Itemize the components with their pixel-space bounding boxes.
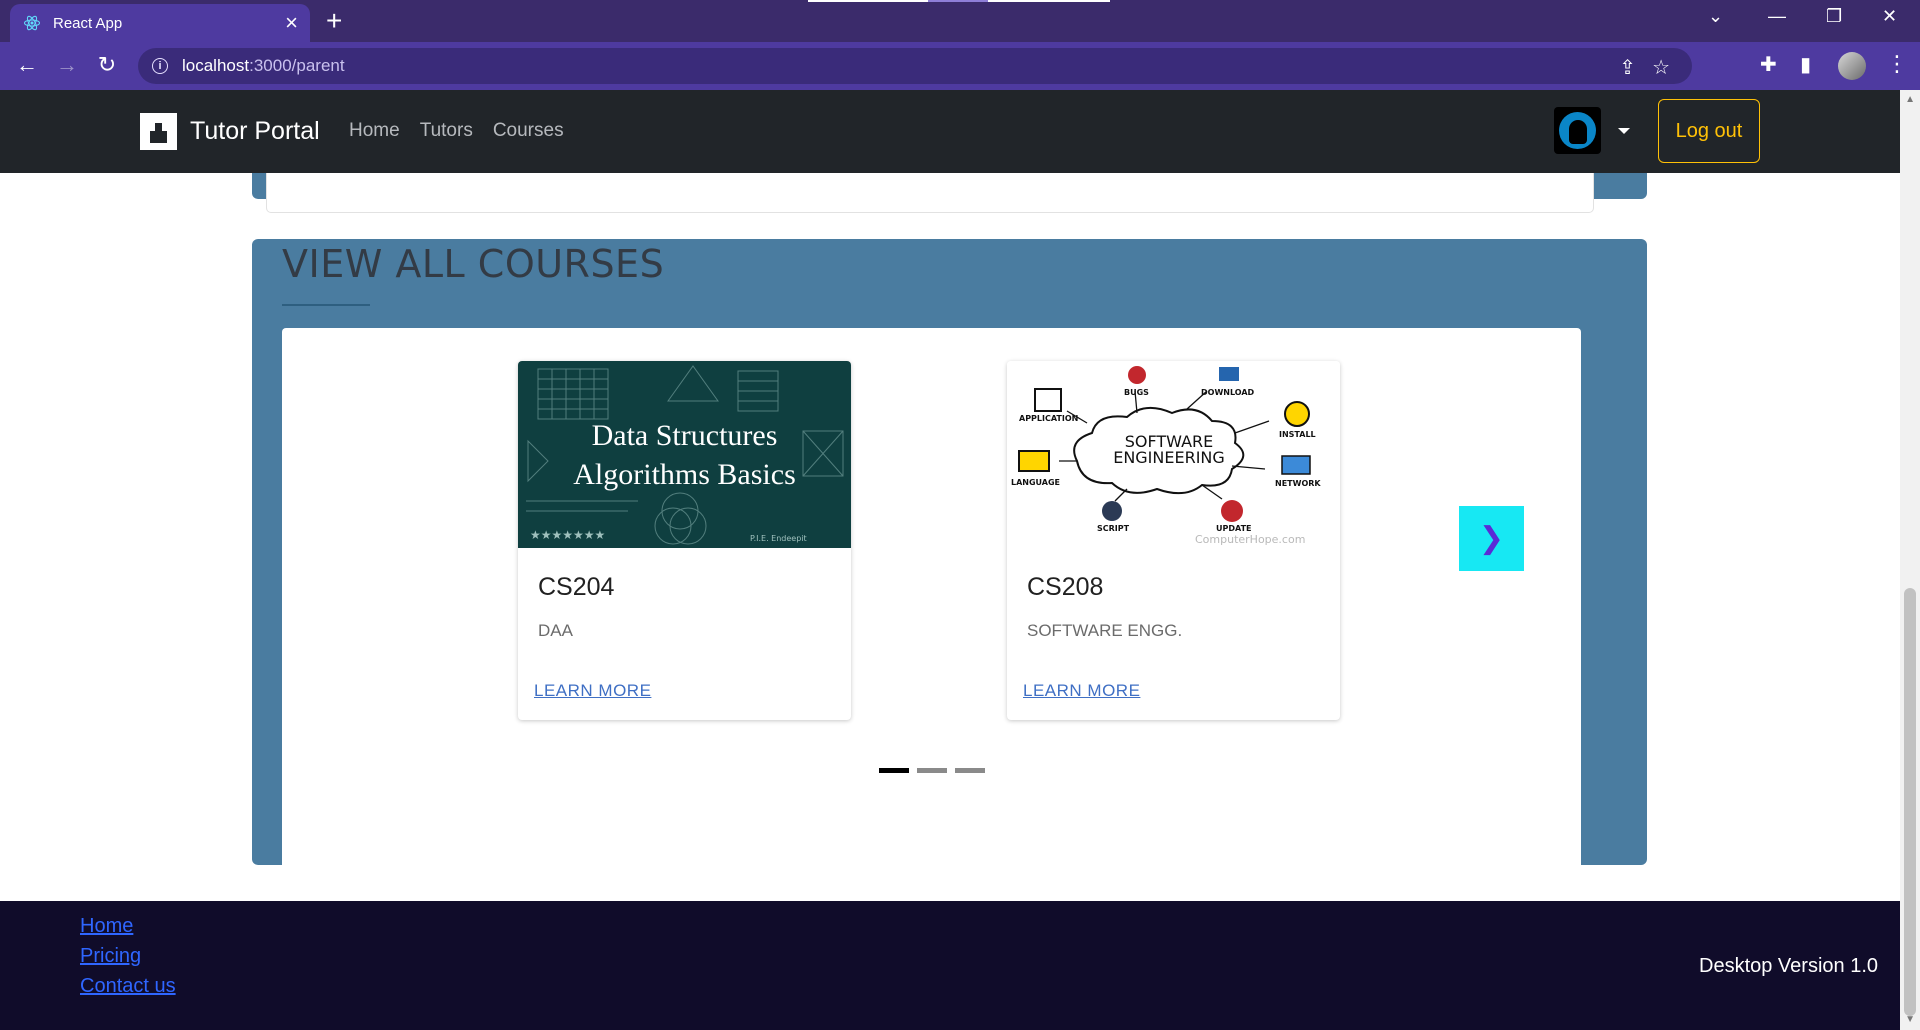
page-viewport: VIEW ALL COURSES ★★★★★★★ P.I.E. Endeepit…: [0, 90, 1920, 1030]
new-tab-icon[interactable]: +: [326, 7, 342, 35]
course-card: APPLICATION BUGS DOWNLOAD INSTALL LANGUA…: [1007, 361, 1340, 720]
label-update: UPDATE: [1216, 524, 1252, 533]
courses-carousel: ★★★★★★★ P.I.E. Endeepit Data Structures …: [282, 328, 1581, 890]
image-title-line2: Algorithms Basics: [573, 458, 796, 491]
watermark-text: ComputerHope.com: [1195, 533, 1305, 546]
software-engineering-diagram: APPLICATION BUGS DOWNLOAD INSTALL LANGUA…: [1011, 366, 1321, 546]
section-title: VIEW ALL COURSES: [282, 242, 665, 286]
address-bar[interactable]: i localhost:3000/parent ⇪ ☆: [138, 48, 1692, 84]
minimize-icon[interactable]: —: [1768, 6, 1786, 27]
nav-link-tutors[interactable]: Tutors: [420, 120, 473, 142]
carousel-indicators: [282, 768, 1581, 773]
browser-tabbar: React App × + ⌄ — ❐ ✕: [0, 0, 1920, 42]
footer-link-home[interactable]: Home: [80, 914, 176, 938]
restore-icon[interactable]: ❐: [1826, 6, 1842, 27]
course-image-dsa: ★★★★★★★ P.I.E. Endeepit Data Structures …: [518, 361, 851, 548]
top-navbar: Tutor Portal Home Tutors Courses Log out: [0, 90, 1900, 173]
nav-link-courses[interactable]: Courses: [493, 120, 564, 142]
brand-name: Tutor Portal: [190, 117, 320, 145]
previous-section-card: [266, 173, 1594, 213]
course-code: CS208: [1027, 573, 1104, 601]
course-image-software-engineering: APPLICATION BUGS DOWNLOAD INSTALL LANGUA…: [1007, 361, 1340, 548]
browser-tab[interactable]: React App ×: [10, 4, 310, 42]
courses-section: VIEW ALL COURSES ★★★★★★★ P.I.E. Endeepit…: [252, 239, 1647, 890]
title-underline: [282, 304, 370, 306]
label-download: DOWNLOAD: [1201, 388, 1255, 397]
math-doodles-background: ★★★★★★★ P.I.E. Endeepit: [526, 365, 844, 545]
footer-link-contact[interactable]: Contact us: [80, 974, 176, 998]
share-icon[interactable]: ⇪: [1619, 55, 1636, 80]
carousel-indicator-2[interactable]: [916, 768, 947, 773]
course-card: ★★★★★★★ P.I.E. Endeepit Data Structures …: [518, 361, 851, 720]
site-info-icon[interactable]: i: [152, 58, 168, 74]
bookmark-star-icon[interactable]: ☆: [1652, 55, 1670, 80]
extensions-icon[interactable]: ✚: [1760, 52, 1777, 77]
side-panel-icon[interactable]: ▮: [1800, 52, 1811, 77]
footer-links: Home Pricing Contact us: [80, 914, 176, 998]
course-name: SOFTWARE ENGG.: [1027, 621, 1183, 640]
carousel-indicator-1[interactable]: [878, 768, 909, 773]
url-host: localhost: [182, 56, 250, 75]
label-language: LANGUAGE: [1011, 478, 1060, 487]
image-title-line1: Data Structures: [591, 419, 778, 452]
tab-search-icon[interactable]: ⌄: [1708, 6, 1723, 27]
forward-icon[interactable]: →: [52, 52, 82, 78]
footer-link-pricing[interactable]: Pricing: [80, 944, 176, 968]
svg-text:★★★★★★★: ★★★★★★★: [530, 528, 605, 542]
learn-more-link[interactable]: LEARN MORE: [1023, 681, 1140, 701]
tab-strip-indicator: [808, 0, 1110, 2]
page-scrollbar[interactable]: ▲ ▼: [1900, 90, 1920, 1030]
back-icon[interactable]: ←: [12, 52, 42, 78]
browser-toolbar: ← → ↻ i localhost:3000/parent ⇪ ☆: [0, 42, 1920, 90]
scroll-up-icon[interactable]: ▲: [1905, 94, 1915, 105]
browser-menu-icon[interactable]: ⋮: [1886, 51, 1908, 77]
label-script: SCRIPT: [1097, 524, 1130, 533]
tab-close-icon[interactable]: ×: [285, 12, 298, 34]
label-engineering: ENGINEERING: [1113, 448, 1225, 467]
course-code: CS204: [538, 573, 615, 601]
svg-text:P.I.E. Endeepit: P.I.E. Endeepit: [750, 534, 807, 543]
user-avatar[interactable]: [1554, 107, 1601, 154]
carousel-indicator-3[interactable]: [954, 768, 985, 773]
version-label: Desktop Version 1.0: [1699, 955, 1878, 977]
footer: Home Pricing Contact us Desktop Version …: [0, 901, 1900, 1030]
chevron-right-icon: ❯: [1478, 522, 1505, 555]
scrollbar-thumb[interactable]: [1904, 588, 1916, 1016]
label-bugs: BUGS: [1124, 388, 1149, 397]
label-network: NETWORK: [1275, 479, 1321, 488]
label-application: APPLICATION: [1019, 414, 1078, 423]
label-install: INSTALL: [1279, 430, 1316, 439]
caret-down-icon[interactable]: [1618, 128, 1630, 134]
tab-title: React App: [53, 14, 123, 32]
brand-logo-icon: [140, 113, 177, 150]
react-logo-icon: [22, 13, 42, 33]
url-path: :3000/parent: [249, 56, 345, 75]
nav-links: Home Tutors Courses: [349, 120, 564, 142]
scroll-down-icon[interactable]: ▼: [1905, 1014, 1915, 1025]
carousel-next-button[interactable]: ❯: [1459, 506, 1524, 571]
reload-icon[interactable]: ↻: [92, 52, 122, 78]
logout-button[interactable]: Log out: [1658, 99, 1760, 163]
learn-more-link[interactable]: LEARN MORE: [534, 681, 651, 701]
nav-link-home[interactable]: Home: [349, 120, 400, 142]
close-window-icon[interactable]: ✕: [1882, 6, 1897, 27]
course-name: DAA: [538, 621, 573, 640]
brand-link[interactable]: Tutor Portal: [140, 113, 320, 150]
browser-profile-avatar[interactable]: [1838, 52, 1866, 80]
